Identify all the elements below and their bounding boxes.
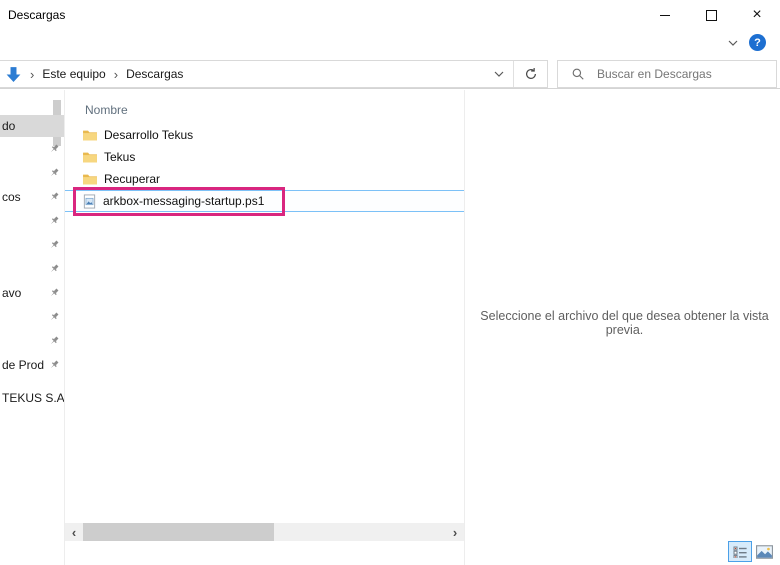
explorer-window: Descargas × ? › Est [0, 0, 780, 565]
sidebar-item[interactable] [0, 137, 64, 161]
horizontal-scrollbar[interactable]: ‹ › [65, 523, 464, 541]
pin-icon[interactable] [48, 239, 60, 251]
help-icon: ? [754, 37, 761, 49]
view-toggle-buttons [728, 541, 773, 562]
file-name: Recuperar [104, 172, 160, 186]
sidebar-item-label: TEKUS S.A.S [2, 391, 64, 405]
file-row[interactable]: Desarrollo Tekus [65, 124, 464, 146]
breadcrumb-item[interactable]: Este equipo [42, 67, 105, 81]
column-header-name[interactable]: Nombre [85, 103, 128, 117]
ribbon-right-controls: ? [728, 30, 766, 55]
breadcrumb-item[interactable]: Descargas [126, 67, 183, 81]
navigation-pane: do [0, 90, 64, 565]
sidebar-item[interactable]: cos [0, 185, 64, 209]
titlebar: Descargas × [0, 0, 780, 30]
maximize-icon [706, 10, 717, 21]
details-view-icon [733, 546, 748, 558]
pin-icon[interactable] [48, 359, 60, 371]
scroll-left-arrow[interactable]: ‹ [65, 523, 83, 541]
file-name: arkbox-messaging-startup.ps1 [103, 194, 264, 208]
sidebar-item[interactable] [0, 209, 64, 233]
folder-icon [82, 151, 98, 164]
folder-icon [82, 129, 98, 142]
address-bar[interactable]: › Este equipo › Descargas [0, 60, 548, 88]
sidebar-item[interactable] [0, 233, 64, 257]
maximize-button[interactable] [688, 0, 734, 30]
sidebar-item[interactable] [0, 257, 64, 281]
details-view-button[interactable] [728, 541, 752, 562]
file-list: Desarrollo Tekus Tekus [65, 124, 464, 212]
pin-icon[interactable] [48, 311, 60, 323]
ribbon-tabs [20, 30, 52, 55]
pin-icon[interactable] [48, 335, 60, 347]
help-button[interactable]: ? [749, 34, 766, 51]
search-icon [571, 67, 585, 81]
pin-icon[interactable] [48, 191, 60, 203]
breadcrumb-separator-icon: › [114, 67, 118, 82]
sidebar-item-label: cos [2, 190, 21, 204]
sidebar-item-label: do [2, 119, 15, 133]
minimize-button[interactable] [642, 0, 688, 30]
close-button[interactable]: × [734, 0, 780, 30]
sidebar-item[interactable]: do [0, 115, 64, 137]
search-box[interactable] [557, 60, 777, 88]
search-input[interactable] [585, 67, 776, 81]
sidebar-item-label: de Prod [2, 358, 44, 372]
pin-icon[interactable] [48, 215, 60, 227]
refresh-button[interactable] [514, 61, 547, 87]
content-area: do [0, 88, 780, 565]
sidebar-item[interactable]: avo [0, 281, 64, 305]
refresh-icon [524, 67, 538, 81]
window-controls: × [642, 0, 780, 30]
file-name: Desarrollo Tekus [104, 128, 193, 142]
close-icon: × [752, 7, 761, 23]
sidebar-item[interactable] [0, 161, 64, 185]
thumbnails-view-button[interactable] [755, 544, 773, 559]
file-row[interactable]: Tekus [65, 146, 464, 168]
ribbon-collapse-button[interactable] [728, 40, 738, 46]
address-row: › Este equipo › Descargas [0, 56, 780, 88]
file-list-pane: Nombre Desarrollo Tekus [64, 90, 465, 565]
preview-pane: Seleccione el archivo del que desea obte… [465, 90, 780, 565]
sidebar-item[interactable]: de Prod [0, 353, 64, 377]
sidebar-item-label: avo [2, 286, 21, 300]
thumbnails-view-icon [756, 545, 773, 559]
pin-icon[interactable] [48, 287, 60, 299]
breadcrumb: › Este equipo › Descargas [22, 67, 183, 82]
chevron-down-icon [494, 71, 504, 77]
breadcrumb-separator-icon: › [30, 67, 34, 82]
file-row[interactable]: arkbox-messaging-startup.ps1 [65, 190, 464, 212]
address-dropdown-button[interactable] [485, 61, 513, 87]
file-name: Tekus [104, 150, 135, 164]
pin-icon[interactable] [48, 143, 60, 155]
pin-icon[interactable] [48, 263, 60, 275]
ps1-file-icon [82, 194, 97, 209]
sidebar-item[interactable] [0, 329, 64, 353]
pin-icon[interactable] [48, 167, 60, 179]
folder-icon [82, 173, 98, 186]
file-row[interactable]: Recuperar [65, 168, 464, 190]
downloads-folder-icon [5, 66, 22, 83]
scroll-right-arrow[interactable]: › [446, 523, 464, 541]
ribbon-bar: ? [0, 30, 780, 57]
chevron-down-icon [728, 40, 738, 46]
scrollbar-thumb[interactable] [83, 523, 274, 541]
sidebar-item[interactable]: TEKUS S.A.S [0, 386, 64, 410]
minimize-icon [660, 15, 670, 16]
preview-message: Seleccione el archivo del que desea obte… [470, 309, 779, 337]
window-title: Descargas [8, 8, 65, 22]
sidebar-item[interactable] [0, 305, 64, 329]
